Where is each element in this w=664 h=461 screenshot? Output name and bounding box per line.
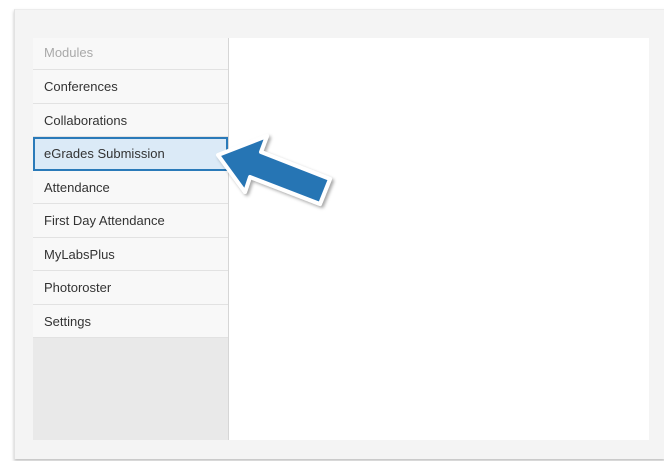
- main-content: [229, 38, 649, 440]
- sidebar-items: Conferences Collaborations eGrades Submiss…: [33, 70, 228, 338]
- sidebar: Modules Conferences Collaborations eGrades…: [33, 38, 229, 440]
- sidebar-item-label: Conferences: [44, 79, 118, 94]
- sidebar-item-label: Settings: [44, 313, 91, 329]
- sidebar-item-conferences[interactable]: Conferences: [33, 70, 228, 104]
- sidebar-item-first-day-attendance[interactable]: First Day Attendance: [33, 204, 228, 238]
- sidebar-nav-list: Modules Conferences Collaborations eGrades…: [33, 38, 228, 338]
- sidebar-item-label: Collaborations: [44, 112, 128, 128]
- sidebar-item-label: MyLabsPlus: [44, 246, 115, 262]
- sidebar-item-collaborations[interactable]: Collaborations: [33, 104, 228, 137]
- arrow-shape: [216, 134, 332, 206]
- sidebar-item-label: Attendance: [44, 179, 110, 195]
- sidebar-item-label: eGrades Submission: [44, 146, 165, 161]
- sidebar-item-photoroster[interactable]: Photoroster: [33, 271, 228, 305]
- sidebar-item-mylabsplus[interactable]: MyLabsPlus: [33, 238, 228, 271]
- screenshot-canvas: Modules Conferences Collaborations eGrades…: [0, 0, 664, 461]
- sidebar-item-attendance[interactable]: Attendance: [33, 171, 228, 204]
- pointer-arrow-icon: [216, 134, 332, 206]
- sidebar-item-egrades-submission[interactable]: eGrades Submission: [33, 137, 228, 171]
- sidebar-item-settings[interactable]: Settings: [33, 305, 228, 338]
- sidebar-item-label: Photoroster: [44, 280, 112, 295]
- sidebar-empty-area: [33, 338, 228, 440]
- sidebar-item-label: First Day Attendance: [44, 213, 165, 228]
- sidebar-header: Modules: [33, 38, 228, 70]
